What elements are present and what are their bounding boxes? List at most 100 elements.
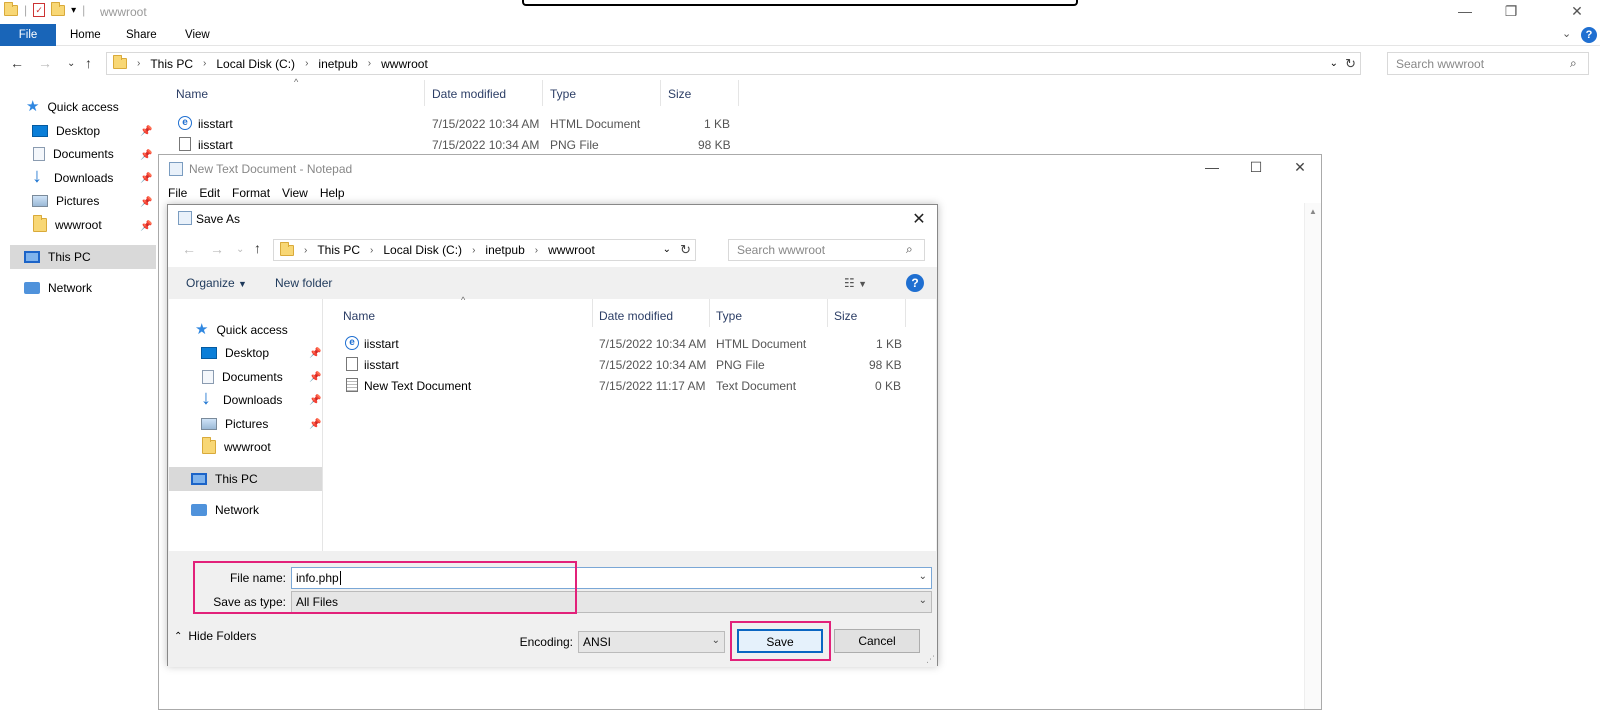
vertical-scrollbar[interactable]: ▲	[1304, 203, 1321, 709]
sidebar-item-desktop[interactable]: Desktop	[201, 342, 269, 364]
address-dropdown-icon[interactable]: ⌄	[663, 244, 671, 255]
tab-share[interactable]: Share	[112, 24, 171, 46]
sidebar-item-pictures[interactable]: Pictures	[32, 190, 99, 212]
menu-view[interactable]: View	[282, 186, 308, 200]
back-icon[interactable]: ←	[182, 241, 196, 257]
sidebar-item-documents[interactable]: Documents	[202, 366, 283, 388]
breadcrumb-local-disk[interactable]: Local Disk (C:)	[216, 57, 295, 71]
breadcrumb-inetpub[interactable]: inetpub	[485, 243, 524, 257]
pin-icon[interactable]: 📌	[140, 126, 152, 137]
pin-icon[interactable]: 📌	[140, 173, 152, 184]
breadcrumb-this-pc[interactable]: This PC	[317, 243, 360, 257]
organize-button[interactable]: Organize ▼	[186, 276, 247, 290]
properties-icon[interactable]: ✓	[33, 3, 46, 17]
new-folder-icon[interactable]	[51, 1, 66, 16]
sidebar-item-this-pc[interactable]: This PC	[24, 246, 91, 268]
up-icon[interactable]: ↑	[85, 55, 92, 71]
up-icon[interactable]: ↑	[254, 240, 261, 256]
pin-icon[interactable]: 📌	[309, 419, 321, 430]
expand-ribbon-icon[interactable]: ⌄	[1562, 27, 1571, 40]
hide-folders-button[interactable]: ⌃ Hide Folders	[174, 629, 256, 643]
column-size[interactable]: Size	[834, 309, 857, 323]
sidebar-item-documents[interactable]: Documents	[33, 143, 114, 165]
column-divider[interactable]	[709, 299, 710, 327]
address-dropdown-icon[interactable]: ⌄	[1330, 58, 1338, 69]
column-divider[interactable]	[660, 80, 661, 106]
recent-locations-icon[interactable]: ⌄	[236, 244, 244, 255]
pin-icon[interactable]: 📌	[309, 348, 321, 359]
pin-icon[interactable]: 📌	[140, 221, 152, 232]
menu-format[interactable]: Format	[232, 186, 270, 200]
sidebar-item-network[interactable]: Network	[24, 277, 92, 299]
address-bar[interactable]: › This PC › Local Disk (C:) › inetpub › …	[106, 52, 1361, 75]
column-divider[interactable]	[827, 299, 828, 327]
refresh-icon[interactable]: ↻	[1345, 56, 1356, 72]
breadcrumb-local-disk[interactable]: Local Disk (C:)	[383, 243, 462, 257]
sidebar-item-pictures[interactable]: Pictures	[201, 413, 268, 435]
column-name[interactable]: Name	[343, 309, 375, 323]
column-name[interactable]: Name	[176, 87, 208, 101]
breadcrumb-inetpub[interactable]: inetpub	[318, 57, 357, 71]
view-options-icon[interactable]: ☷ ▼	[844, 276, 867, 290]
close-button[interactable]: ✕	[909, 209, 929, 229]
encoding-select[interactable]: ANSI ⌄	[578, 631, 725, 653]
search-icon[interactable]: ⌕	[906, 242, 913, 257]
pin-icon[interactable]: 📌	[309, 395, 321, 406]
sidebar-item-this-pc[interactable]: This PC	[191, 468, 258, 490]
tab-home[interactable]: Home	[56, 24, 115, 46]
breadcrumb-this-pc[interactable]: This PC	[150, 57, 193, 71]
column-divider[interactable]	[905, 299, 906, 327]
sidebar-item-downloads[interactable]: Downloads	[32, 165, 113, 189]
forward-icon[interactable]: →	[38, 55, 52, 71]
sidebar-item-quick-access[interactable]: ★ Quick access	[26, 96, 119, 118]
search-input[interactable]: Search wwwroot	[728, 239, 925, 261]
resize-grip-icon[interactable]: ⋰	[926, 654, 935, 665]
breadcrumb-wwwroot[interactable]: wwwroot	[548, 243, 595, 257]
sidebar-item-network[interactable]: Network	[191, 499, 259, 521]
search-icon[interactable]: ⌕	[1570, 56, 1577, 71]
pane-divider[interactable]	[322, 299, 323, 551]
new-folder-button[interactable]: New folder	[275, 276, 332, 290]
column-divider[interactable]	[542, 80, 543, 106]
column-type[interactable]: Type	[716, 309, 742, 323]
pin-icon[interactable]: 📌	[140, 197, 152, 208]
scroll-up-icon[interactable]: ▲	[1305, 207, 1321, 216]
menu-edit[interactable]: Edit	[199, 186, 220, 200]
minimize-button[interactable]: —	[1442, 0, 1488, 22]
column-divider[interactable]	[424, 80, 425, 106]
close-button[interactable]: ✕	[1285, 159, 1315, 179]
minimize-button[interactable]: —	[1197, 159, 1227, 179]
column-divider[interactable]	[592, 299, 593, 327]
tab-file[interactable]: File	[0, 24, 56, 46]
sidebar-item-quick-access[interactable]: ★ Quick access	[195, 319, 288, 341]
column-size[interactable]: Size	[668, 87, 691, 101]
help-icon[interactable]: ?	[1581, 27, 1597, 43]
sidebar-item-wwwroot[interactable]: wwwroot	[33, 214, 102, 236]
pin-icon[interactable]: 📌	[309, 372, 321, 383]
back-icon[interactable]: ←	[10, 55, 24, 71]
help-icon[interactable]: ?	[906, 274, 924, 292]
column-date-modified[interactable]: Date modified	[432, 87, 506, 101]
breadcrumb-wwwroot[interactable]: wwwroot	[381, 57, 428, 71]
forward-icon[interactable]: →	[210, 241, 224, 257]
column-type[interactable]: Type	[550, 87, 576, 101]
restore-button[interactable]: ❐	[1488, 0, 1534, 22]
close-button[interactable]: ✕	[1554, 0, 1600, 22]
sidebar-item-desktop[interactable]: Desktop	[32, 120, 100, 142]
refresh-icon[interactable]: ↻	[680, 242, 691, 258]
column-date-modified[interactable]: Date modified	[599, 309, 673, 323]
customize-toolbar-icon[interactable]: ▾	[71, 5, 76, 16]
menu-help[interactable]: Help	[320, 186, 345, 200]
folder-icon[interactable]	[4, 1, 18, 16]
save-button[interactable]: Save	[737, 629, 823, 653]
pin-icon[interactable]: 📌	[140, 150, 152, 161]
chevron-down-icon[interactable]: ⌄	[919, 571, 927, 582]
sidebar-item-downloads[interactable]: Downloads	[201, 387, 282, 411]
maximize-button[interactable]: ☐	[1241, 159, 1271, 179]
search-input[interactable]: Search wwwroot	[1387, 52, 1589, 75]
cancel-button[interactable]: Cancel	[834, 629, 920, 653]
recent-locations-icon[interactable]: ⌄	[67, 58, 75, 69]
address-bar[interactable]: › This PC › Local Disk (C:) › inetpub › …	[273, 239, 696, 261]
menu-file[interactable]: File	[168, 186, 187, 200]
tab-view[interactable]: View	[171, 24, 224, 46]
